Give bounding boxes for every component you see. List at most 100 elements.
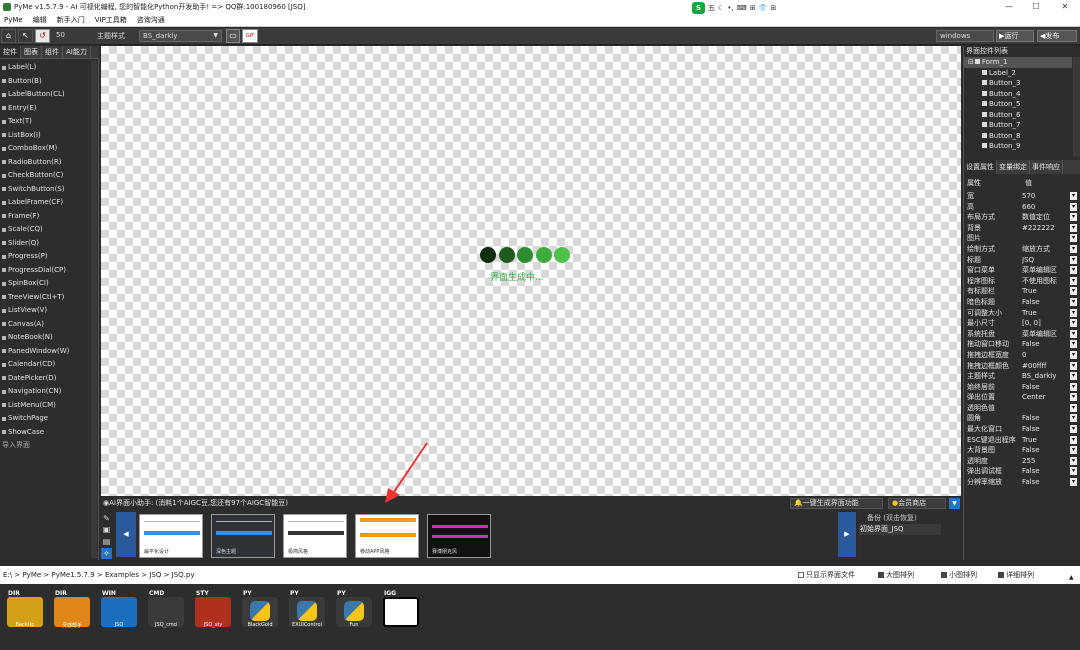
property-row[interactable]: 可调整大小 True ▾ — [964, 308, 1080, 319]
ime-skin-icon[interactable]: 👕 — [759, 1, 768, 15]
minimize-button[interactable]: — — [995, 0, 1023, 14]
property-row[interactable]: 弹出调试框 False ▾ — [964, 466, 1080, 477]
pointer-icon[interactable]: ↖ — [18, 29, 33, 43]
widget-item[interactable]: ListMenu(CM) — [2, 399, 96, 413]
property-dropdown-icon[interactable]: ▾ — [1070, 319, 1077, 328]
property-value[interactable]: 0 — [1022, 350, 1070, 361]
zoom-value[interactable]: 50 — [56, 31, 65, 39]
property-row[interactable]: 始终居前 False ▾ — [964, 382, 1080, 393]
property-dropdown-icon[interactable]: ▾ — [1070, 414, 1077, 423]
tree-expand-icon[interactable]: ⊟ — [968, 58, 974, 66]
property-value[interactable]: BS_darkly — [1022, 371, 1070, 382]
close-button[interactable]: ✕ — [1051, 0, 1079, 14]
pen-icon[interactable]: ✎ — [101, 513, 112, 524]
menu-vip-tools[interactable]: VIP工具箱 — [95, 14, 127, 26]
property-dropdown-icon[interactable]: ▾ — [1070, 467, 1077, 476]
widget-item[interactable]: CheckButton(C) — [2, 169, 96, 183]
property-dropdown-icon[interactable]: ▾ — [1070, 446, 1077, 455]
property-row[interactable]: 有标题栏 True ▾ — [964, 286, 1080, 297]
widget-item[interactable]: DatePicker(D) — [2, 372, 96, 386]
tab-charts[interactable]: 图表 — [21, 46, 42, 58]
property-value[interactable]: False — [1022, 413, 1070, 424]
file-item[interactable]: IGG — [382, 590, 420, 630]
tree-item[interactable]: Button_6 — [964, 110, 1080, 121]
tab-events[interactable]: 事件响应 — [1030, 160, 1063, 174]
tab-properties[interactable]: 设置属性 — [964, 160, 997, 174]
small-icons-option[interactable]: 小图排列 — [941, 566, 977, 584]
property-row[interactable]: 弹出位置 Center ▾ — [964, 392, 1080, 403]
thumbnail-next-button[interactable]: ▶ — [838, 512, 856, 557]
widget-item[interactable]: SpinBox(CI) — [2, 277, 96, 291]
ime-logo-icon[interactable]: S — [692, 1, 705, 14]
property-dropdown-icon[interactable]: ▾ — [1070, 361, 1077, 370]
file-item[interactable]: DIR 灵感帮手 — [53, 590, 91, 630]
publish-button[interactable]: ◀发布 — [1037, 30, 1077, 42]
property-dropdown-icon[interactable]: ▾ — [1070, 425, 1077, 434]
magic-wand-icon[interactable]: ✧ — [101, 548, 112, 559]
property-row[interactable]: 主题样式 BS_darkly ▾ — [964, 371, 1080, 382]
property-value[interactable]: 255 — [1022, 456, 1070, 467]
redo-icon[interactable]: ↺ — [35, 29, 50, 43]
property-row[interactable]: 拖拽边框颜色 #00ffff ▾ — [964, 361, 1080, 372]
tree-item[interactable]: Button_3 — [964, 78, 1080, 89]
tree-item[interactable]: Button_5 — [964, 99, 1080, 110]
property-row[interactable]: 窗口菜单 菜单编辑区 ▾ — [964, 265, 1080, 276]
property-row[interactable]: 暗色标题 False ▾ — [964, 297, 1080, 308]
property-value[interactable]: False — [1022, 424, 1070, 435]
widget-item[interactable]: Navigation(CN) — [2, 385, 96, 399]
file-item[interactable]: DIR BackUp — [6, 590, 44, 630]
property-row[interactable]: 透明度 255 ▾ — [964, 456, 1080, 467]
tree-root[interactable]: ⊟ Form_1 — [964, 57, 1072, 68]
widget-item[interactable]: LabelButton(CL) — [2, 88, 96, 102]
tree-item[interactable]: Label_2 — [964, 68, 1080, 79]
property-row[interactable]: 拖动窗口移动 False ▾ — [964, 339, 1080, 350]
run-button[interactable]: ▶运行 — [996, 30, 1034, 42]
style-thumbnail[interactable]: 深色主题 — [211, 514, 275, 558]
property-dropdown-icon[interactable]: ▾ — [1070, 456, 1077, 465]
property-value[interactable]: 660 — [1022, 202, 1070, 213]
control-tree-scrollbar[interactable] — [1073, 57, 1080, 157]
property-row[interactable]: 背景 #222222 ▾ — [964, 223, 1080, 234]
style-thumbnail[interactable]: 极简风格 — [283, 514, 347, 558]
only-ui-files-checkbox[interactable]: 只显示界面文件 — [798, 566, 855, 584]
tab-bindings[interactable]: 变量绑定 — [997, 160, 1030, 174]
ime-menu-icon[interactable]: ⊞ — [770, 1, 776, 15]
widget-item[interactable]: Slider(Q) — [2, 237, 96, 251]
tree-item[interactable]: Button_7 — [964, 120, 1080, 131]
tab-components[interactable]: 组件 — [42, 46, 63, 58]
widget-item[interactable]: Text(T) — [2, 115, 96, 129]
property-dropdown-icon[interactable]: ▾ — [1070, 255, 1077, 264]
property-value[interactable]: False — [1022, 445, 1070, 456]
property-row[interactable]: 布局方式 数值定位 ▾ — [964, 212, 1080, 223]
ime-toolbar[interactable]: S 五 ☾ •, ⌨ ⊞ 👕 ⊞ — [692, 1, 776, 14]
file-path[interactable]: E:\ > PyMe > PyMe1.5.7.9 > Examples > JS… — [3, 566, 195, 584]
widget-item[interactable]: Frame(F) — [2, 210, 96, 224]
property-dropdown-icon[interactable]: ▾ — [1070, 403, 1077, 412]
property-value[interactable]: False — [1022, 382, 1070, 393]
ime-mode[interactable]: 五 — [708, 1, 715, 15]
property-row[interactable]: 大背景图 False ▾ — [964, 445, 1080, 456]
property-dropdown-icon[interactable]: ▾ — [1070, 266, 1077, 275]
widget-item[interactable]: Canvas(A) — [2, 318, 96, 332]
widget-item[interactable]: LabelFrame(CF) — [2, 196, 96, 210]
document-icon[interactable]: ▤ — [101, 536, 112, 547]
property-dropdown-icon[interactable]: ▾ — [1070, 213, 1077, 222]
property-row[interactable]: 分辨率缩放 False ▾ — [964, 477, 1080, 488]
widget-item[interactable]: ComboBox(M) — [2, 142, 96, 156]
menu-consult[interactable]: 咨询沟通 — [137, 14, 165, 26]
property-value[interactable]: False — [1022, 297, 1070, 308]
detail-option[interactable]: 详细排列 — [998, 566, 1034, 584]
tab-widgets[interactable]: 控件 — [0, 46, 21, 58]
property-dropdown-icon[interactable]: ▾ — [1070, 297, 1077, 306]
property-dropdown-icon[interactable]: ▾ — [1070, 223, 1077, 232]
property-row[interactable]: 程序图标 不使用图标 ▾ — [964, 276, 1080, 287]
code-icon[interactable]: GIF — [242, 29, 258, 43]
widget-item[interactable]: Button(B) — [2, 75, 96, 89]
ime-punct-icon[interactable]: •, — [727, 1, 733, 15]
widget-item[interactable]: RadioButton(R) — [2, 156, 96, 170]
widget-item[interactable]: Entry(E) — [2, 102, 96, 116]
property-dropdown-icon[interactable]: ▾ — [1070, 276, 1077, 285]
thumbnail-prev-button[interactable]: ◀ — [116, 512, 136, 557]
property-value[interactable]: #222222 — [1022, 223, 1070, 234]
property-row[interactable]: 图片 ▾ — [964, 233, 1080, 244]
